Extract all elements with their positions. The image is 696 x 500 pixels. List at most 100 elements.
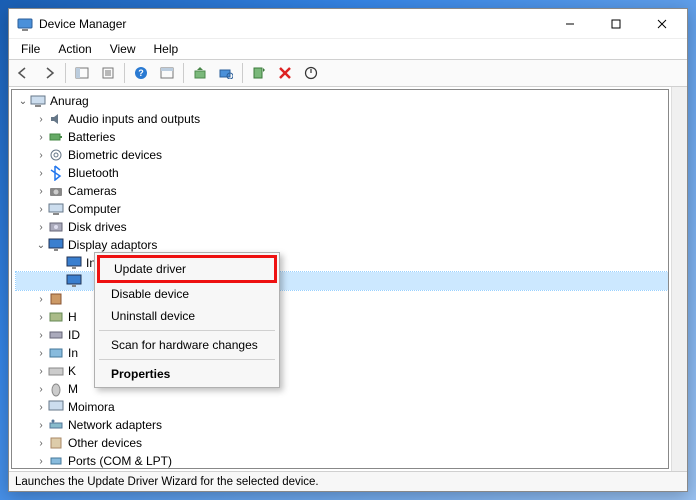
tree-node[interactable]: › Biometric devices bbox=[16, 146, 668, 164]
tree-node-label: Moimora bbox=[68, 400, 115, 414]
content-area: ⌄ Anurag › Audio inputs and outputs › Ba… bbox=[9, 87, 687, 471]
expand-icon[interactable]: › bbox=[34, 114, 48, 125]
tree-node[interactable]: › Cameras bbox=[16, 182, 668, 200]
expand-icon[interactable]: › bbox=[34, 150, 48, 161]
context-menu-uninstall-device[interactable]: Uninstall device bbox=[97, 305, 277, 327]
expand-icon[interactable]: › bbox=[34, 168, 48, 179]
context-menu-update-driver[interactable]: Update driver bbox=[97, 255, 277, 283]
properties-button[interactable] bbox=[96, 61, 120, 85]
tree-node[interactable]: › Batteries bbox=[16, 128, 668, 146]
tree-root[interactable]: ⌄ Anurag bbox=[16, 92, 668, 110]
tree-root-label: Anurag bbox=[50, 94, 89, 108]
bluetooth-icon bbox=[48, 165, 64, 181]
tree-node[interactable]: › Moimora bbox=[16, 398, 668, 416]
expand-icon[interactable]: › bbox=[34, 402, 48, 413]
back-button[interactable] bbox=[11, 61, 35, 85]
tree-node-label: Cameras bbox=[68, 184, 117, 198]
toolbar-separator bbox=[65, 63, 66, 83]
context-menu: Update driver Disable device Uninstall d… bbox=[94, 252, 280, 388]
statusbar: Launches the Update Driver Wizard for th… bbox=[9, 471, 687, 491]
context-menu-separator bbox=[99, 359, 275, 360]
show-hide-console-tree-button[interactable] bbox=[70, 61, 94, 85]
network-icon bbox=[48, 417, 64, 433]
context-menu-scan-hardware[interactable]: Scan for hardware changes bbox=[97, 334, 277, 356]
tree-node-label: M bbox=[68, 382, 78, 396]
expand-icon[interactable]: › bbox=[34, 186, 48, 197]
tree-node-label: Batteries bbox=[68, 130, 115, 144]
context-menu-properties[interactable]: Properties bbox=[97, 363, 277, 385]
hid-icon bbox=[48, 309, 64, 325]
device-tree[interactable]: ⌄ Anurag › Audio inputs and outputs › Ba… bbox=[11, 89, 669, 469]
help-button[interactable]: ? bbox=[129, 61, 153, 85]
tree-node-label: Ports (COM & LPT) bbox=[68, 454, 172, 468]
display-icon bbox=[48, 237, 64, 253]
expand-icon[interactable]: › bbox=[34, 330, 48, 341]
display-icon bbox=[66, 255, 82, 271]
menu-file[interactable]: File bbox=[13, 41, 48, 57]
uninstall-device-button[interactable] bbox=[273, 61, 297, 85]
tree-node[interactable]: › Ports (COM & LPT) bbox=[16, 452, 668, 469]
expand-icon[interactable]: › bbox=[34, 348, 48, 359]
menubar: File Action View Help bbox=[9, 39, 687, 59]
tree-node[interactable]: › Network adapters bbox=[16, 416, 668, 434]
tree-node[interactable]: › Computer bbox=[16, 200, 668, 218]
close-button[interactable] bbox=[639, 10, 685, 38]
scan-hardware-button[interactable] bbox=[214, 61, 238, 85]
tree-node-label: In bbox=[68, 346, 78, 360]
tree-node[interactable]: › Audio inputs and outputs bbox=[16, 110, 668, 128]
camera-icon bbox=[48, 183, 64, 199]
svg-text:?: ? bbox=[138, 68, 144, 78]
ide-icon bbox=[48, 327, 64, 343]
maximize-button[interactable] bbox=[593, 10, 639, 38]
vertical-scrollbar[interactable] bbox=[671, 87, 687, 471]
update-driver-button[interactable] bbox=[188, 61, 212, 85]
expand-icon[interactable]: › bbox=[34, 438, 48, 449]
menu-help[interactable]: Help bbox=[146, 41, 187, 57]
context-menu-disable-device[interactable]: Disable device bbox=[97, 283, 277, 305]
expand-icon[interactable]: › bbox=[34, 420, 48, 431]
tree-node-label: Other devices bbox=[68, 436, 142, 450]
tree-node[interactable]: › Bluetooth bbox=[16, 164, 668, 182]
tree-node-label: K bbox=[68, 364, 76, 378]
disable-device-button[interactable] bbox=[299, 61, 323, 85]
display-icon bbox=[66, 273, 82, 289]
tree-node-label: Disk drives bbox=[68, 220, 127, 234]
minimize-button[interactable] bbox=[547, 10, 593, 38]
menu-view[interactable]: View bbox=[102, 41, 144, 57]
context-menu-separator bbox=[99, 330, 275, 331]
keyboard-icon bbox=[48, 363, 64, 379]
biometric-icon bbox=[48, 147, 64, 163]
imaging-icon bbox=[48, 345, 64, 361]
expand-icon[interactable]: › bbox=[34, 204, 48, 215]
tree-node-label: ID bbox=[68, 328, 80, 342]
collapse-icon[interactable]: ⌄ bbox=[34, 240, 48, 251]
menu-action[interactable]: Action bbox=[50, 41, 99, 57]
expand-icon[interactable]: › bbox=[34, 366, 48, 377]
expand-icon[interactable]: › bbox=[34, 456, 48, 467]
audio-icon bbox=[48, 111, 64, 127]
expand-icon[interactable]: › bbox=[34, 222, 48, 233]
battery-icon bbox=[48, 129, 64, 145]
ports-icon bbox=[48, 453, 64, 469]
toolbar-separator bbox=[124, 63, 125, 83]
app-icon bbox=[17, 16, 33, 32]
tree-node-label: Bluetooth bbox=[68, 166, 119, 180]
disk-icon bbox=[48, 219, 64, 235]
tree-node-label: Audio inputs and outputs bbox=[68, 112, 200, 126]
forward-button[interactable] bbox=[37, 61, 61, 85]
tree-node-label: Biometric devices bbox=[68, 148, 162, 162]
titlebar: Device Manager bbox=[9, 9, 687, 39]
tree-node-label: Network adapters bbox=[68, 418, 162, 432]
tree-node-label: Computer bbox=[68, 202, 121, 216]
computer-icon bbox=[48, 201, 64, 217]
expand-icon[interactable]: › bbox=[34, 312, 48, 323]
firmware-icon bbox=[48, 291, 64, 307]
tree-node[interactable]: › Other devices bbox=[16, 434, 668, 452]
expand-icon[interactable]: › bbox=[34, 294, 48, 305]
collapse-icon[interactable]: ⌄ bbox=[16, 96, 30, 107]
expand-icon[interactable]: › bbox=[34, 132, 48, 143]
tree-node[interactable]: › Disk drives bbox=[16, 218, 668, 236]
enable-device-button[interactable] bbox=[247, 61, 271, 85]
action-button[interactable] bbox=[155, 61, 179, 85]
expand-icon[interactable]: › bbox=[34, 384, 48, 395]
